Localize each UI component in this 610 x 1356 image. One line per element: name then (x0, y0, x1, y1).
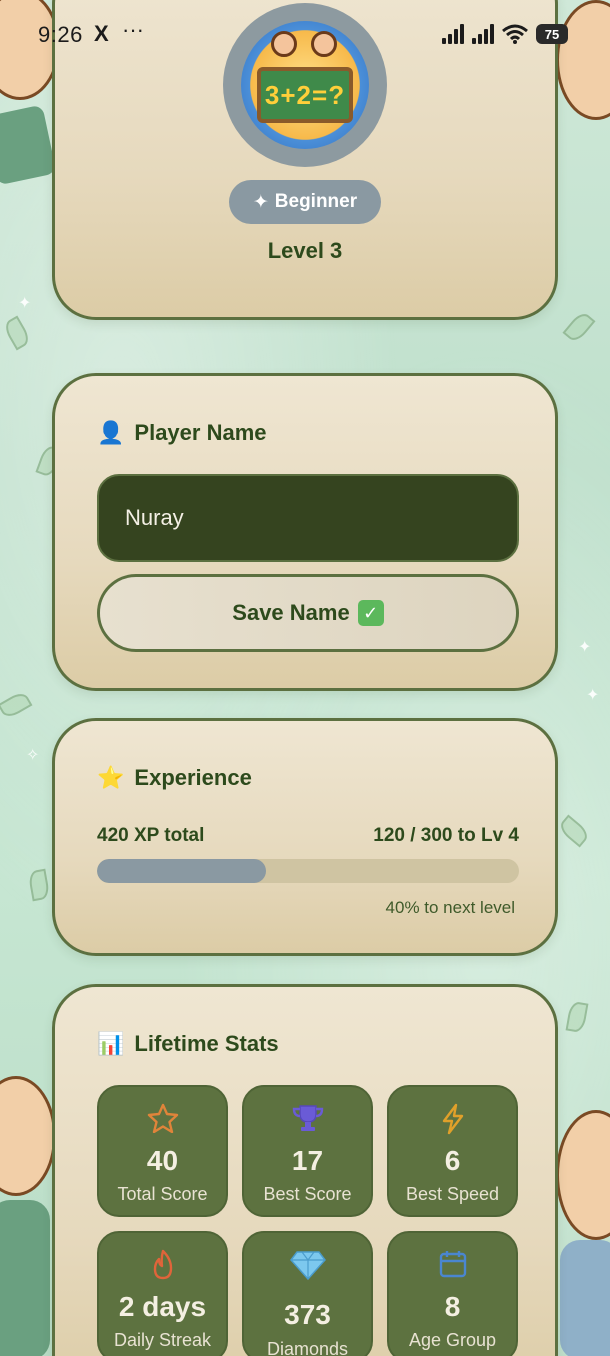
stat-tile-best-speed: 6 Best Speed (387, 1085, 518, 1217)
xp-total: 420 XP total (97, 825, 205, 846)
rank-badge: ✦ Beginner (229, 180, 381, 224)
stat-tile-age-group: 8 Age Group (387, 1231, 518, 1356)
kid-body-illustration (560, 1240, 610, 1356)
stat-label: Total Score (117, 1184, 208, 1204)
stat-label: Best Score (263, 1184, 352, 1204)
stat-label: Daily Streak (113, 1330, 212, 1350)
checkmark-icon: ✓ (357, 600, 384, 626)
stat-value: 6 (444, 1145, 461, 1176)
sparkle-decoration: ✦ (18, 295, 32, 312)
x-app-icon: X (94, 21, 109, 46)
save-name-label: Save Name (232, 600, 350, 625)
battery-indicator: 75 (536, 24, 568, 44)
lifetime-stats-header: 📊 Lifetime Stats (97, 1031, 279, 1057)
leaf-decoration (0, 689, 33, 721)
player-name-card: 👤 Player Name Nuray Save Name ✓ (52, 373, 558, 691)
player-name-input[interactable]: Nuray (97, 474, 519, 562)
status-time: 9:26 (38, 22, 83, 47)
lightning-icon (442, 1103, 463, 1135)
stat-value: 40 (146, 1145, 179, 1176)
stat-tile-daily-streak: 2 days Daily Streak (97, 1231, 228, 1356)
stat-label: Age Group (408, 1330, 497, 1350)
rank-badge-label: Beginner (274, 191, 358, 212)
stat-tile-total-score: 40 Total Score (97, 1085, 228, 1217)
stat-tile-diamonds: 373 Diamonds (242, 1231, 373, 1356)
diamond-icon (289, 1251, 326, 1281)
save-name-button[interactable]: Save Name ✓ (97, 574, 519, 652)
xp-progress-text: 120 / 300 to Lv 4 (373, 825, 519, 846)
star-icon: ⭐ (97, 765, 125, 790)
leaf-decoration (27, 868, 51, 902)
status-indicators: 75 (442, 24, 568, 44)
player-name-header: 👤 Player Name (97, 420, 267, 446)
trophy-icon (292, 1105, 323, 1131)
stat-label: Diamonds (266, 1339, 349, 1356)
xp-summary-row: 420 XP total 120 / 300 to Lv 4 (97, 825, 519, 847)
experience-card: ⭐ Experience 420 XP total 120 / 300 to L… (52, 718, 558, 956)
leaf-decoration (562, 309, 596, 345)
leaf-decoration (556, 814, 592, 848)
sparkle-decoration: ✦ (578, 639, 592, 656)
sparkle-decoration: ✧ (26, 747, 40, 764)
stat-value: 373 (284, 1299, 331, 1330)
star-icon (147, 1103, 178, 1133)
kid-body-illustration (0, 1200, 50, 1356)
xp-next-level-text: 40% to next level (385, 898, 515, 917)
leaf-decoration (565, 1000, 589, 1034)
xp-progress-bar (97, 859, 519, 883)
signal-icon (472, 24, 494, 44)
flame-icon (153, 1249, 172, 1280)
kid-illustration-bottom-right (556, 1110, 610, 1240)
xp-progress-fill (97, 859, 266, 883)
kid-illustration-bottom-left (0, 1076, 56, 1196)
sparkle-decoration: ✦ (586, 687, 600, 704)
calendar-icon (439, 1251, 466, 1278)
level-label: Level 3 (267, 238, 343, 263)
stat-value: 2 days (118, 1291, 207, 1322)
experience-title: Experience (134, 765, 252, 790)
stat-value: 8 (444, 1291, 461, 1322)
stat-tile-best-score: 17 Best Score (242, 1085, 373, 1217)
signal-icon (442, 24, 464, 44)
status-bar: 9:26 X ··· 75 (0, 0, 610, 70)
stat-label: Best Speed (405, 1184, 500, 1204)
book-illustration (0, 104, 57, 186)
lifetime-stats-card: 📊 Lifetime Stats 40 Total Score 17 Best … (52, 984, 558, 1356)
more-notifications-icon: ··· (122, 17, 144, 42)
chalkboard-equation: 3+2=? (257, 67, 353, 123)
wifi-icon (502, 24, 528, 44)
sparkle-icon: ✦ (252, 191, 269, 213)
experience-header: ⭐ Experience (97, 765, 252, 791)
leaf-decoration (1, 315, 33, 351)
lifetime-stats-title: Lifetime Stats (134, 1031, 279, 1056)
bar-chart-icon: 📊 (97, 1031, 125, 1056)
stat-value: 17 (291, 1145, 324, 1176)
user-icon: 👤 (97, 420, 125, 445)
player-name-title: Player Name (134, 420, 267, 445)
